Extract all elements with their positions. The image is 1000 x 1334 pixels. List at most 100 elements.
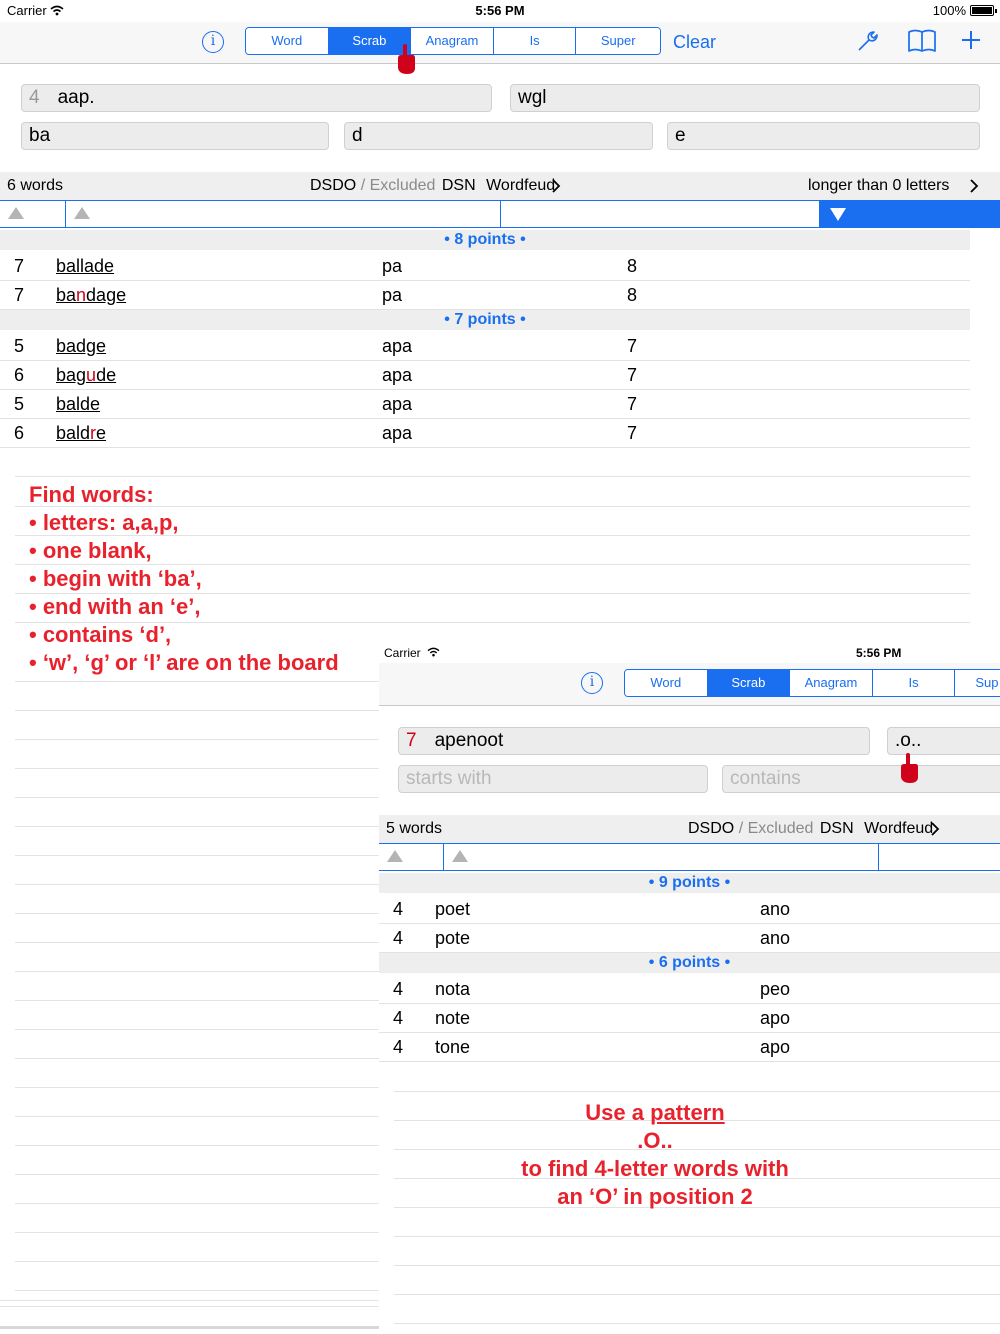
word-length: 6 <box>14 365 25 385</box>
remaining-letters: ano <box>760 928 791 948</box>
sort-points-column[interactable] <box>820 201 1000 227</box>
game-name: Wordfeud <box>486 177 556 194</box>
tab-is[interactable]: Is <box>872 670 956 696</box>
pattern-example-panel: Carrier 5:56 PM i Word Scrab Anagram Is … <box>379 643 1000 1334</box>
word-points: 7 <box>627 365 638 385</box>
clear-button[interactable]: Clear <box>673 32 716 53</box>
results-bar: 5 words DSDO / Excluded DSN Wordfeud <box>379 815 1000 843</box>
tab-super[interactable]: Super <box>576 28 660 54</box>
word-count: 6 words <box>7 177 64 194</box>
table-row[interactable]: 7 ballade pa 8 <box>0 252 970 281</box>
annotation-contains: • contains ‘d’, <box>29 622 172 647</box>
annotation-position: an ‘O’ in position 2 <box>557 1184 753 1209</box>
game-name: Wordfeud <box>864 820 934 837</box>
sort-length-column[interactable] <box>379 844 444 870</box>
word-length: 7 <box>14 285 25 305</box>
tab-is[interactable]: Is <box>493 28 577 54</box>
sort-length-column[interactable] <box>0 201 66 227</box>
letter-count: 4 <box>29 87 40 108</box>
remaining-letters: peo <box>760 979 791 999</box>
tab-anagram[interactable]: Anagram <box>411 28 494 54</box>
annotation-find-words: to find 4-letter words with <box>521 1156 789 1181</box>
remaining-letters: apa <box>382 365 413 385</box>
table-row[interactable]: 7 bandage pa 8 <box>0 281 970 310</box>
mode-segmented-control: Word Scrab Anagram Is Sup <box>624 669 1000 697</box>
ends-with-input[interactable]: e <box>667 122 980 150</box>
chevron-right-icon[interactable] <box>969 179 979 193</box>
sort-header <box>379 843 1000 871</box>
remaining-letters: ano <box>760 899 791 919</box>
pattern-input[interactable]: .o.. <box>887 727 1000 755</box>
annotation-pattern-example: .O.. <box>637 1128 673 1153</box>
toolbar: i Word Scrab Anagram Is Sup <box>379 663 1000 706</box>
tap-hand-icon <box>398 44 415 74</box>
remaining-letters: apa <box>382 336 413 356</box>
word: balde <box>56 394 101 414</box>
letters-input[interactable]: 4 aap. <box>21 84 492 112</box>
battery-icon <box>970 5 997 16</box>
info-icon[interactable]: i <box>202 31 224 53</box>
sort-rest-column[interactable] <box>501 201 820 227</box>
sort-up-icon <box>74 207 90 219</box>
word-points: 8 <box>627 256 638 276</box>
chevron-right-icon[interactable] <box>551 179 561 193</box>
annotation-find-words-title: Find words: <box>29 482 154 507</box>
table-row[interactable]: 5 balde apa 7 <box>0 390 970 419</box>
contains-input[interactable]: d <box>344 122 653 150</box>
table-row[interactable]: 4 pote ano <box>379 924 1000 953</box>
book-icon[interactable] <box>907 28 937 54</box>
length-filter[interactable]: longer than 0 letters <box>808 172 949 200</box>
word: badge <box>56 336 107 356</box>
word-points: 7 <box>627 394 638 414</box>
tab-word[interactable]: Word <box>625 670 708 696</box>
tab-anagram[interactable]: Anagram <box>790 670 873 696</box>
tab-scrab[interactable]: Scrab <box>707 670 791 696</box>
dictionary-selector[interactable]: DSDO / Excluded DSN Wordfeud <box>310 172 555 200</box>
annotation-board: • ‘w’, ‘g’ or ‘l’ are on the board <box>29 650 339 675</box>
remaining-letters: apa <box>382 394 413 414</box>
group-header-8-points: • 8 points • <box>0 230 970 250</box>
annotation-end: • end with an ‘e’, <box>29 594 201 619</box>
table-row[interactable]: 5 badge apa 7 <box>0 332 970 361</box>
wrench-icon[interactable] <box>856 29 880 53</box>
dict-dsn: DSN <box>819 820 854 837</box>
tab-word[interactable]: Word <box>246 28 329 54</box>
battery-percent: 100% <box>932 3 966 18</box>
dict-slash: / <box>360 177 366 194</box>
dict-name: DSDO <box>688 820 735 837</box>
remaining-letters: apo <box>760 1008 791 1028</box>
sort-word-column[interactable] <box>66 201 501 227</box>
word: pote <box>435 928 471 948</box>
letters-input[interactable]: 7 apenoot <box>398 727 870 755</box>
chevron-right-icon[interactable] <box>930 822 940 836</box>
wifi-icon <box>427 647 440 657</box>
word: tone <box>435 1037 471 1057</box>
word: bandage <box>56 285 127 305</box>
dictionary-selector[interactable]: DSDO / Excluded DSN Wordfeud <box>688 815 933 843</box>
sort-word-column[interactable] <box>444 844 879 870</box>
info-icon[interactable]: i <box>581 672 603 694</box>
group-header-6-points: • 6 points • <box>379 953 1000 973</box>
word-length: 4 <box>393 1008 404 1028</box>
tab-super[interactable]: Sup <box>955 670 1000 696</box>
annotation-letters: • letters: a,a,p, <box>29 510 179 535</box>
clock: 5:56 PM <box>475 3 525 18</box>
dict-slash: / <box>738 820 744 837</box>
pattern-link: pattern <box>650 1100 725 1125</box>
starts-with-input[interactable]: ba <box>21 122 329 150</box>
table-row[interactable]: 6 bagude apa 7 <box>0 361 970 390</box>
table-row[interactable]: 4 note apo <box>379 1004 1000 1033</box>
table-row[interactable]: 4 poet ano <box>379 895 1000 924</box>
add-icon[interactable] <box>961 30 981 50</box>
starts-with-input[interactable]: starts with <box>398 765 708 793</box>
word-length: 5 <box>14 336 25 356</box>
word-length: 4 <box>393 1037 404 1057</box>
board-letters-input[interactable]: wgl <box>510 84 980 112</box>
table-row[interactable]: 4 tone apo <box>379 1033 1000 1062</box>
word-count: 5 words <box>386 820 443 837</box>
table-row[interactable]: 6 baldre apa 7 <box>0 419 970 448</box>
sort-up-icon <box>452 850 468 862</box>
table-row[interactable]: 4 nota peo <box>379 975 1000 1004</box>
remaining-letters: apo <box>760 1037 791 1057</box>
contains-input[interactable]: contains <box>722 765 1000 793</box>
